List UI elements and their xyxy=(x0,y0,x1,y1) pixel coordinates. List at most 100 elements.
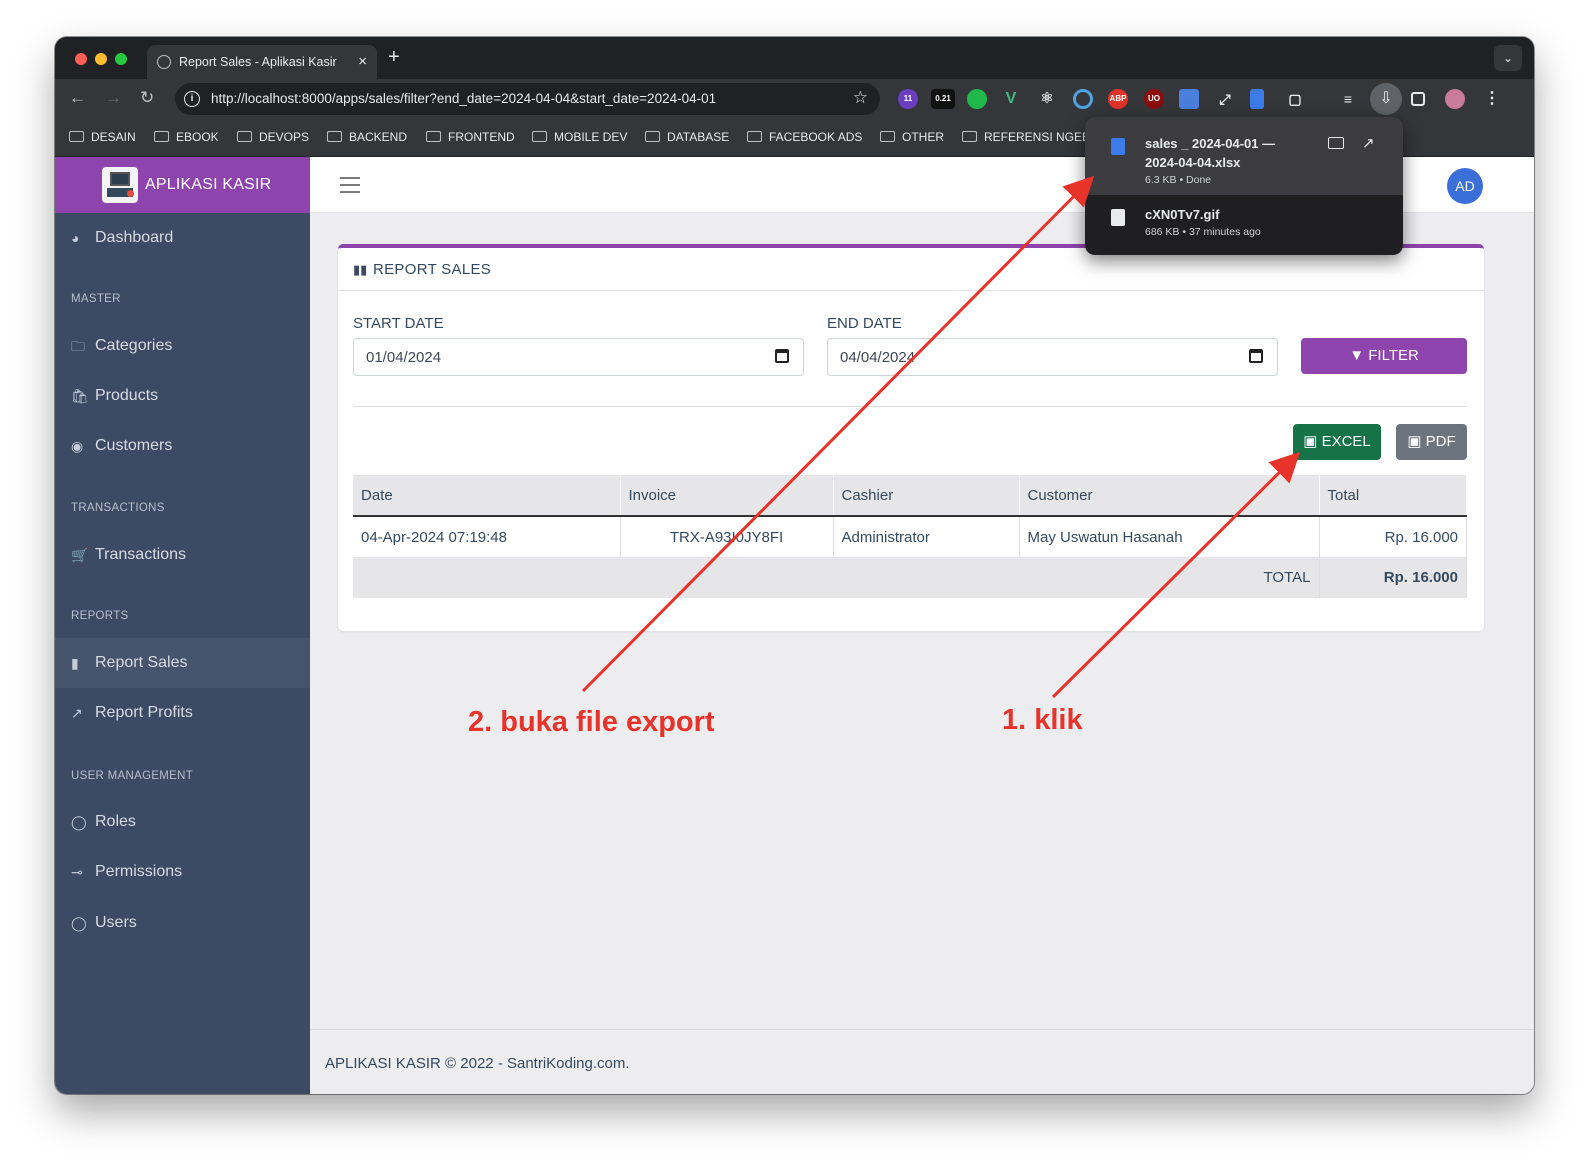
bookmark-folder[interactable]: BACKEND xyxy=(327,130,407,144)
forward-icon[interactable]: → xyxy=(105,88,122,108)
sidebar-item-products[interactable]: 🛍 Products xyxy=(55,371,310,421)
address-bar[interactable]: i http://localhost:8000/apps/sales/filte… xyxy=(175,83,880,115)
bag-icon: 🛍 xyxy=(71,388,89,404)
calendar-icon[interactable] xyxy=(1249,349,1263,363)
extension-badge-icon[interactable]: 11 xyxy=(898,89,918,109)
folder-icon xyxy=(327,131,342,142)
new-tab-button[interactable]: + xyxy=(388,46,400,69)
back-icon[interactable]: ← xyxy=(69,88,86,108)
total-label: TOTAL xyxy=(353,557,1320,598)
column-header-invoice: Invoice xyxy=(620,475,834,517)
user-circle-icon: ◉ xyxy=(71,438,84,454)
column-header-customer: Customer xyxy=(1019,475,1320,517)
sidebar-item-roles[interactable]: ◯ Roles xyxy=(55,797,310,847)
tab-search-button[interactable]: ⌄ xyxy=(1494,45,1522,71)
divider xyxy=(353,406,1467,407)
cell-date: 04-Apr-2024 07:19:48 xyxy=(353,516,621,557)
adblock-plus-icon[interactable]: ABP xyxy=(1108,89,1128,109)
end-date-label: END DATE xyxy=(827,315,902,332)
folder-icon: 🗀 xyxy=(71,338,85,354)
sidebar: APLIKASI KASIR ◕ Dashboard MASTER 🗀 Cate… xyxy=(55,157,310,1094)
folder-icon xyxy=(426,131,441,142)
bookmark-folder[interactable]: FRONTEND xyxy=(426,130,515,144)
hamburger-menu-icon[interactable] xyxy=(340,177,360,193)
footer: APLIKASI KASIR © 2022 - SantriKoding.com… xyxy=(310,1029,1534,1094)
side-panel-icon[interactable] xyxy=(1411,92,1425,106)
bookmark-folder[interactable]: EBOOK xyxy=(154,130,219,144)
show-in-folder-icon[interactable] xyxy=(1328,137,1344,149)
bookmark-folder[interactable]: REFERENSI NGEB xyxy=(962,130,1090,144)
bookmark-folder[interactable]: DEVOPS xyxy=(237,130,309,144)
maximize-window-button[interactable] xyxy=(115,53,127,65)
user-avatar[interactable]: AD xyxy=(1447,168,1483,204)
start-date-input[interactable]: 01/04/2024 xyxy=(353,338,804,376)
sidebar-heading-transactions: TRANSACTIONS xyxy=(71,502,165,514)
folder-icon xyxy=(880,131,895,142)
sidebar-item-report-sales[interactable]: ▮ Report Sales xyxy=(55,638,310,688)
end-date-input[interactable]: 04/04/2024 xyxy=(827,338,1278,376)
folder-icon xyxy=(69,131,84,142)
sidebar-item-dashboard[interactable]: ◕ Dashboard xyxy=(55,213,310,263)
start-date-label: START DATE xyxy=(353,315,444,332)
close-window-button[interactable] xyxy=(75,53,87,65)
vue-devtools-icon[interactable]: V xyxy=(1001,89,1021,109)
cell-total: Rp. 16.000 xyxy=(1319,516,1467,557)
extension-counter-icon[interactable]: 0.21 xyxy=(931,89,955,109)
footer-text: APLIKASI KASIR © 2022 - SantriKoding.com… xyxy=(325,1055,630,1072)
file-icon xyxy=(1111,209,1125,226)
ublock-icon[interactable]: UO xyxy=(1144,89,1164,109)
extensions-puzzle-icon[interactable]: ▢ xyxy=(1285,89,1305,109)
brand[interactable]: APLIKASI KASIR xyxy=(55,157,310,213)
reload-icon[interactable]: ↻ xyxy=(140,88,154,108)
sidebar-heading-user-management: USER MANAGEMENT xyxy=(71,770,194,782)
menu-kebab-icon[interactable]: ⋮ xyxy=(1482,89,1502,109)
bookmark-folder[interactable]: DATABASE xyxy=(645,130,729,144)
card-title: REPORT SALES xyxy=(373,261,492,278)
cart-icon: 🛒 xyxy=(71,547,89,563)
bar-chart-icon: ▮▮ xyxy=(353,262,368,277)
export-excel-button[interactable]: ▣ EXCEL xyxy=(1293,424,1381,460)
download-icon[interactable]: ⇩ xyxy=(1370,83,1402,115)
translate-icon[interactable] xyxy=(1179,89,1199,109)
pdf-file-icon: ▣ xyxy=(1407,433,1422,450)
ring-extension-icon[interactable] xyxy=(1073,89,1093,109)
open-external-icon[interactable]: ↗ xyxy=(1362,134,1375,152)
annotation-open-file: 2. buka file export xyxy=(468,706,715,738)
reading-list-icon[interactable]: ≡ xyxy=(1338,89,1358,109)
react-devtools-icon[interactable]: ⚛ xyxy=(1037,89,1057,109)
site-info-icon[interactable]: i xyxy=(184,91,200,107)
bookmark-star-icon[interactable]: ☆ xyxy=(853,88,868,108)
report-sales-card: ▮▮ REPORT SALES START DATE 01/04/2024 EN… xyxy=(338,244,1484,631)
bookmark-folder[interactable]: DESAIN xyxy=(69,130,136,144)
tab-title: Report Sales - Aplikasi Kasir xyxy=(179,55,337,69)
calendar-icon[interactable] xyxy=(775,349,789,363)
sidebar-item-transactions[interactable]: 🛒 Transactions xyxy=(55,530,310,580)
filter-button[interactable]: ▼ FILTER xyxy=(1301,338,1467,374)
export-pdf-button[interactable]: ▣ PDF xyxy=(1396,424,1467,460)
sidebar-item-categories[interactable]: 🗀 Categories xyxy=(55,321,310,371)
folder-icon xyxy=(747,131,762,142)
bookmark-folder[interactable]: FACEBOOK ADS xyxy=(747,130,862,144)
url-text[interactable]: http://localhost:8000/apps/sales/filter?… xyxy=(211,91,716,106)
profile-icon[interactable] xyxy=(1445,89,1465,109)
download-item[interactable]: sales _ 2024-04-01 — 2024-04-04.xlsx 6.3… xyxy=(1085,117,1403,195)
sidebar-item-report-profits[interactable]: ↗ Report Profits xyxy=(55,688,310,738)
folder-icon xyxy=(645,131,660,142)
tab-report-sales[interactable]: Report Sales - Aplikasi Kasir × xyxy=(147,45,377,79)
sidebar-item-permissions[interactable]: ⊸ Permissions xyxy=(55,847,310,897)
sidebar-item-users[interactable]: ◯ Users xyxy=(55,898,310,948)
shield-icon: ◯ xyxy=(71,814,87,830)
bookmark-folder[interactable]: OTHER xyxy=(880,130,944,144)
tab-close-icon[interactable]: × xyxy=(358,53,367,70)
minimize-window-button[interactable] xyxy=(95,53,107,65)
total-value: Rp. 16.000 xyxy=(1319,557,1467,598)
key-icon: ⊸ xyxy=(71,864,83,880)
filter-funnel-icon: ▼ xyxy=(1349,347,1365,364)
expand-icon[interactable]: ⤢ xyxy=(1215,89,1235,109)
tab-strip: Report Sales - Aplikasi Kasir × + ⌄ xyxy=(55,37,1534,79)
sidebar-item-customers[interactable]: ◉ Customers xyxy=(55,421,310,471)
column-header-cashier: Cashier xyxy=(833,475,1020,517)
files-extension-icon[interactable] xyxy=(1250,89,1264,109)
bookmark-folder[interactable]: MOBILE DEV xyxy=(532,130,627,144)
green-circle-extension-icon[interactable] xyxy=(967,89,987,109)
